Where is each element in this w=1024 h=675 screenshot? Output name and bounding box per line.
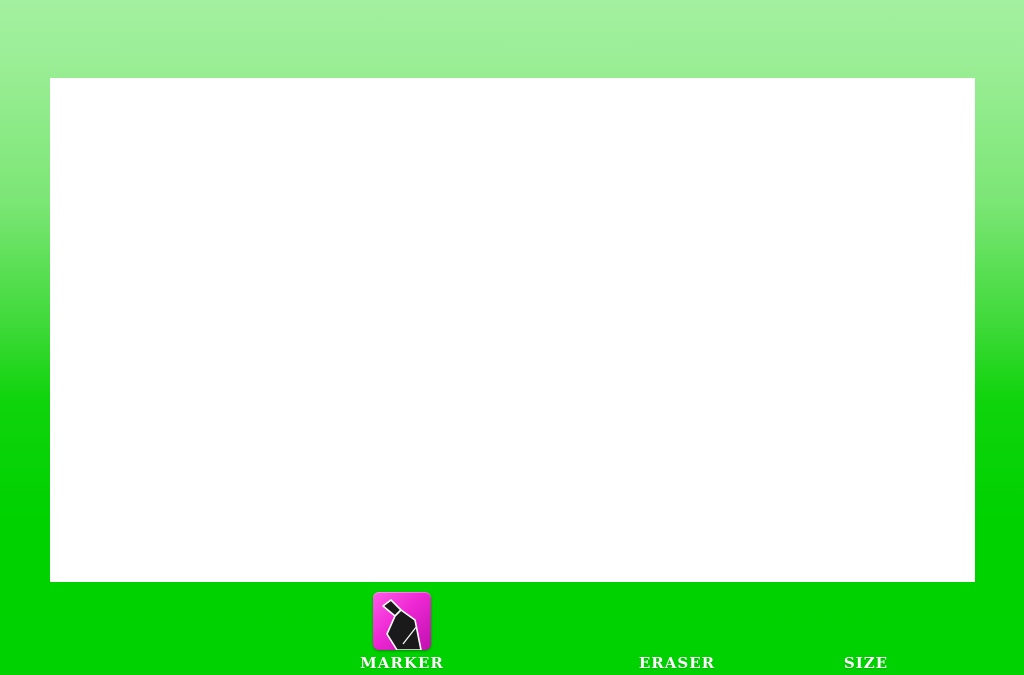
marker-tool-button[interactable]: MARKER [356,592,448,672]
marker-label: MARKER [360,654,444,672]
marker-icon [373,592,431,650]
eraser-icon [648,592,706,650]
drawing-canvas[interactable] [50,78,975,582]
size-tool-button[interactable]: SIZE [826,592,906,672]
size-label: SIZE [843,654,889,672]
eraser-tool-button[interactable]: ERASER [632,592,722,672]
size-icon [837,592,895,650]
eraser-label: ERASER [638,654,716,672]
tool-bar: MARKER ERASER SIZE [0,582,1024,675]
